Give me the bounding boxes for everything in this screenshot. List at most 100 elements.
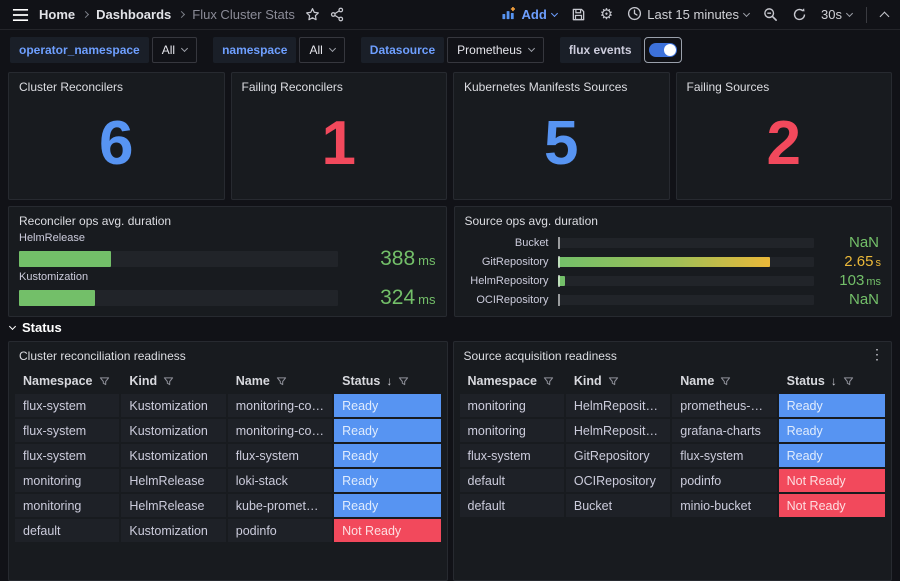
filter-icon[interactable] xyxy=(543,376,554,387)
graph-plus-icon xyxy=(501,6,517,24)
table-row: monitoringHelmReleasekube-prometheu...Re… xyxy=(15,494,441,519)
table-cell: flux-system xyxy=(460,444,566,469)
status-badge: Not Ready xyxy=(779,494,885,517)
stat-value: 6 xyxy=(9,98,224,199)
filter-icon[interactable] xyxy=(398,376,409,387)
table-row: flux-systemKustomizationflux-systemReady xyxy=(15,444,441,469)
bar-track xyxy=(558,276,815,286)
table-row: flux-systemKustomizationmonitoring-confi… xyxy=(15,419,441,444)
panel-title[interactable]: Failing Sources xyxy=(677,73,892,98)
variable-label[interactable]: Datasource xyxy=(361,37,444,63)
filter-icon[interactable] xyxy=(163,376,174,387)
bar-gauge-row: GitRepository 2.65s xyxy=(465,253,882,270)
variable-value-dropdown[interactable]: All xyxy=(299,37,344,63)
bar-label: HelmRelease xyxy=(19,232,436,244)
table-cell: Kustomization xyxy=(121,419,227,444)
star-icon[interactable] xyxy=(305,7,320,22)
panel-title[interactable]: Source acquisition readiness xyxy=(454,342,892,367)
table-panel: ⋮Source acquisition readiness NamespaceKi… xyxy=(453,341,893,581)
bar-label: HelmRepository xyxy=(465,275,549,287)
stat-panel: Failing Reconcilers1 xyxy=(231,72,448,200)
column-header[interactable]: Status↓ xyxy=(334,370,440,394)
table-cell: loki-stack xyxy=(228,469,334,494)
collapse-topbar-icon[interactable] xyxy=(881,9,888,20)
column-header[interactable]: Namespace xyxy=(460,370,566,394)
breadcrumb-item: Flux Cluster Stats xyxy=(192,7,295,22)
flux-events-toggle[interactable] xyxy=(644,37,682,63)
table-cell: HelmRelease xyxy=(121,494,227,519)
bar-value: 2.65s xyxy=(823,253,881,270)
panel-title[interactable]: Source ops avg. duration xyxy=(455,207,892,232)
filter-icon[interactable] xyxy=(608,376,619,387)
bar-track xyxy=(19,290,338,306)
table-cell: podinfo xyxy=(228,519,334,544)
table: NamespaceKindNameStatus↓flux-systemKusto… xyxy=(9,367,447,580)
table-row: flux-systemGitRepositoryflux-systemReady xyxy=(460,444,886,469)
panel-title[interactable]: Cluster reconciliation readiness xyxy=(9,342,447,367)
filter-icon[interactable] xyxy=(99,376,110,387)
filter-icon[interactable] xyxy=(276,376,287,387)
variable-chip: namespaceAll xyxy=(213,37,345,63)
column-header[interactable]: Name xyxy=(228,370,334,394)
table-cell: Ready xyxy=(334,469,440,494)
variable-label[interactable]: namespace xyxy=(213,37,296,63)
sort-desc-icon[interactable]: ↓ xyxy=(386,374,392,388)
zoom-out-icon[interactable] xyxy=(763,7,778,22)
variable-value-dropdown[interactable]: All xyxy=(152,37,197,63)
column-header[interactable]: Kind xyxy=(566,370,672,394)
bar-value: 324ms xyxy=(348,286,436,310)
table-cell: Ready xyxy=(334,394,440,419)
column-header[interactable]: Status↓ xyxy=(779,370,885,394)
toggle-label: flux events xyxy=(560,37,641,63)
column-header[interactable]: Kind xyxy=(121,370,227,394)
bar-label: OCIRepository xyxy=(465,294,549,306)
time-range-picker[interactable]: Last 15 minutes xyxy=(627,6,749,24)
breadcrumb-item[interactable]: Home xyxy=(39,7,75,22)
sort-desc-icon[interactable]: ↓ xyxy=(831,374,837,388)
menu-toggle-icon[interactable] xyxy=(12,8,29,22)
bar-gauge-row: Kustomization 324ms xyxy=(19,271,436,310)
table-row: flux-systemKustomizationmonitoring-contr… xyxy=(15,394,441,419)
status-badge: Not Ready xyxy=(334,519,440,542)
gauges-row: Reconciler ops avg. durationHelmRelease 3… xyxy=(8,206,892,309)
refresh-icon[interactable] xyxy=(792,7,807,22)
panel-menu-icon[interactable]: ⋮ xyxy=(870,347,884,361)
panel-title[interactable]: Cluster Reconcilers xyxy=(9,73,224,98)
bar-fill xyxy=(19,251,111,267)
stat-panel: Failing Sources2 xyxy=(676,72,893,200)
bar-gauge-panel: Reconciler ops avg. durationHelmRelease 3… xyxy=(8,206,447,317)
bar-gauge-row: HelmRelease 388ms xyxy=(19,232,436,271)
table-row: defaultBucketminio-bucketNot Ready xyxy=(460,494,886,519)
panel-title[interactable]: Failing Reconcilers xyxy=(232,73,447,98)
table-cell: HelmRelease xyxy=(121,469,227,494)
panel-title[interactable]: Kubernetes Manifests Sources xyxy=(454,73,669,98)
column-header[interactable]: Namespace xyxy=(15,370,121,394)
stat-panel: Cluster Reconcilers6 xyxy=(8,72,225,200)
status-row-toggle[interactable]: Status xyxy=(8,315,62,339)
dashboard-body: Cluster Reconcilers6Failing Reconcilers1… xyxy=(0,72,900,581)
table-cell: Ready xyxy=(779,394,885,419)
breadcrumb-item[interactable]: Dashboards xyxy=(96,7,171,22)
filter-icon[interactable] xyxy=(843,376,854,387)
bar-value: 388ms xyxy=(348,247,436,271)
bar-label: GitRepository xyxy=(465,256,549,268)
table-row: monitoringHelmRepositoryprometheus-com..… xyxy=(460,394,886,419)
table-cell: podinfo xyxy=(672,469,778,494)
bar-label: Kustomization xyxy=(19,271,436,283)
table-cell: Not Ready xyxy=(779,494,885,519)
variable-value-dropdown[interactable]: Prometheus xyxy=(447,37,544,63)
dashboard-settings-icon[interactable]: ⚙ xyxy=(600,7,613,22)
refresh-interval-picker[interactable]: 30s xyxy=(821,7,852,22)
table-cell: OCIRepository xyxy=(566,469,672,494)
share-icon[interactable] xyxy=(330,7,345,22)
panel-title[interactable]: Reconciler ops avg. duration xyxy=(9,207,446,232)
top-nav: Home Dashboards Flux Cluster Stats Add ⚙ xyxy=(0,0,900,30)
variable-value: All xyxy=(162,43,175,57)
add-button[interactable]: Add xyxy=(501,6,557,24)
save-dashboard-icon[interactable] xyxy=(571,7,586,22)
filter-icon[interactable] xyxy=(720,376,731,387)
table-cell: monitoring xyxy=(15,494,121,519)
bar-gauge-row: OCIRepositoryNaN xyxy=(465,291,882,308)
column-header[interactable]: Name xyxy=(672,370,778,394)
variable-label[interactable]: operator_namespace xyxy=(10,37,149,63)
